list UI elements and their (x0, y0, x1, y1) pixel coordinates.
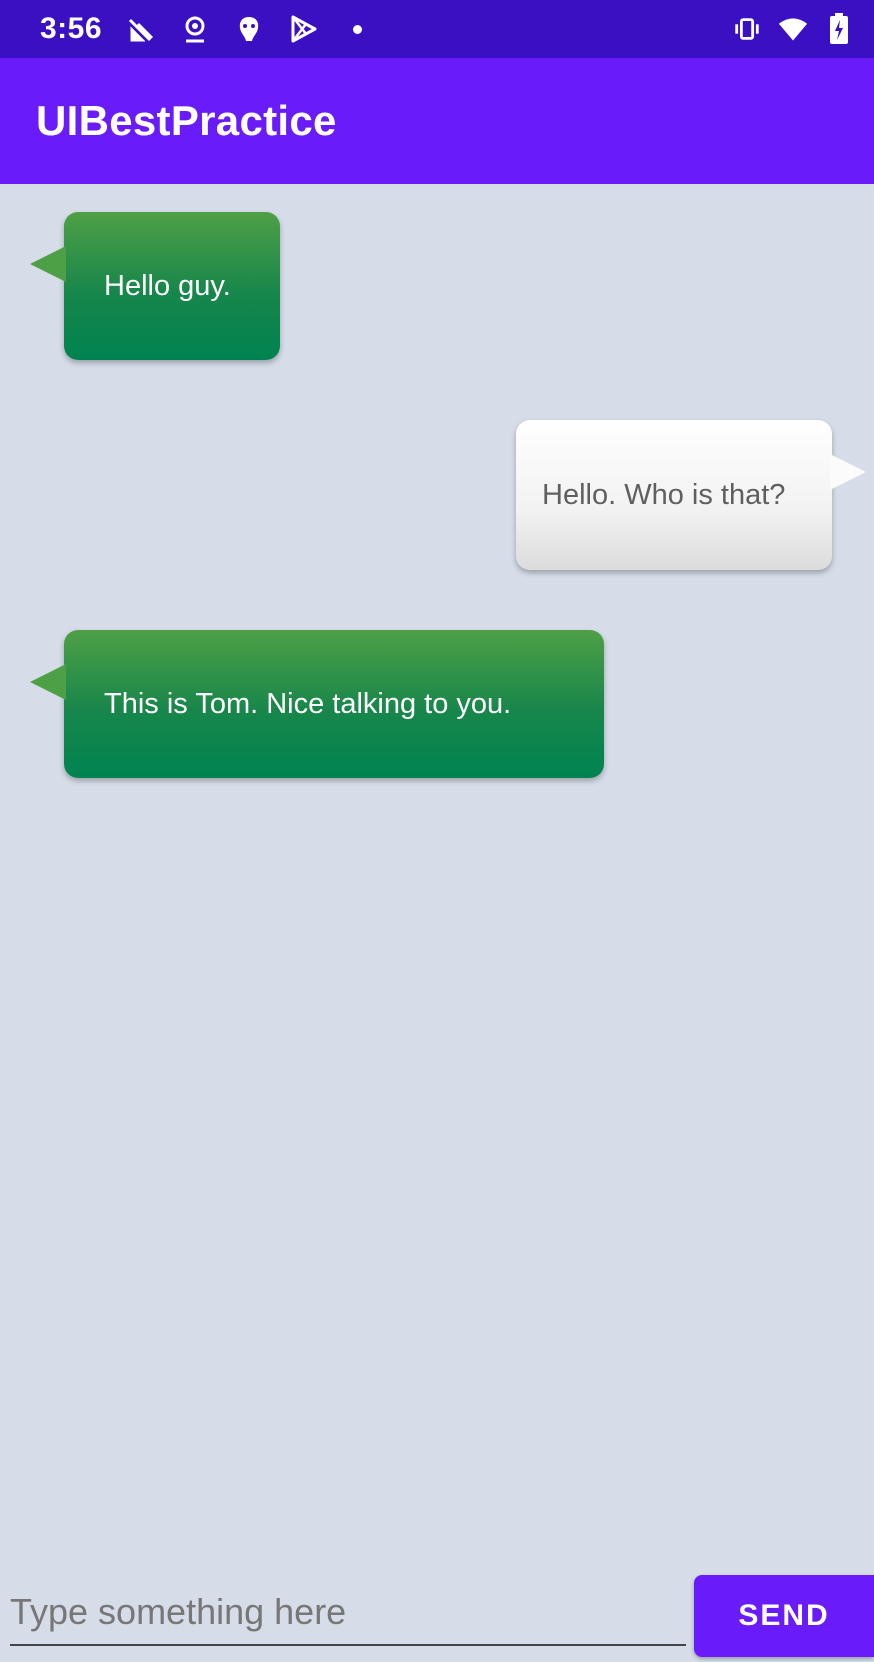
dot-icon (342, 14, 372, 44)
bubble-tail (30, 664, 66, 700)
message-text: Hello guy. (104, 269, 231, 302)
location-icon (180, 14, 210, 44)
app-title: UIBestPractice (36, 97, 337, 144)
status-left: 3:56 (40, 12, 372, 46)
notification-app-icon (234, 14, 264, 44)
message-input[interactable] (10, 1580, 686, 1646)
message-text: Hello. Who is that? (542, 478, 786, 511)
status-right (732, 13, 854, 44)
received-message-bubble: This is Tom. Nice talking to you. (30, 630, 604, 778)
chat-screen: 3:56 UIBestPractice Hello guy. Hello. Wh… (0, 0, 874, 1662)
wifi-icon (778, 14, 808, 44)
status-bar: 3:56 (0, 0, 874, 58)
battery-charging-icon (824, 13, 854, 44)
status-time: 3:56 (40, 12, 103, 45)
sent-message-bubble: Hello. Who is that? (516, 420, 866, 570)
received-message-bubble: Hello guy. (30, 212, 280, 360)
message-row: Hello. Who is that? (516, 420, 866, 570)
play-store-icon (288, 14, 318, 44)
message-text: This is Tom. Nice talking to you. (104, 687, 512, 720)
message-row: This is Tom. Nice talking to you. (30, 630, 604, 778)
bubble-tail (30, 246, 66, 282)
message-row: Hello guy. (30, 212, 280, 360)
message-list[interactable]: Hello guy. Hello. Who is that? This is T… (0, 184, 874, 1564)
no-signal-icon (126, 14, 156, 44)
vibrate-icon (732, 14, 762, 44)
bubble-tail (830, 454, 866, 490)
send-button[interactable]: SEND (694, 1575, 874, 1657)
app-bar: UIBestPractice (0, 58, 874, 184)
input-area: SEND (0, 1570, 874, 1662)
